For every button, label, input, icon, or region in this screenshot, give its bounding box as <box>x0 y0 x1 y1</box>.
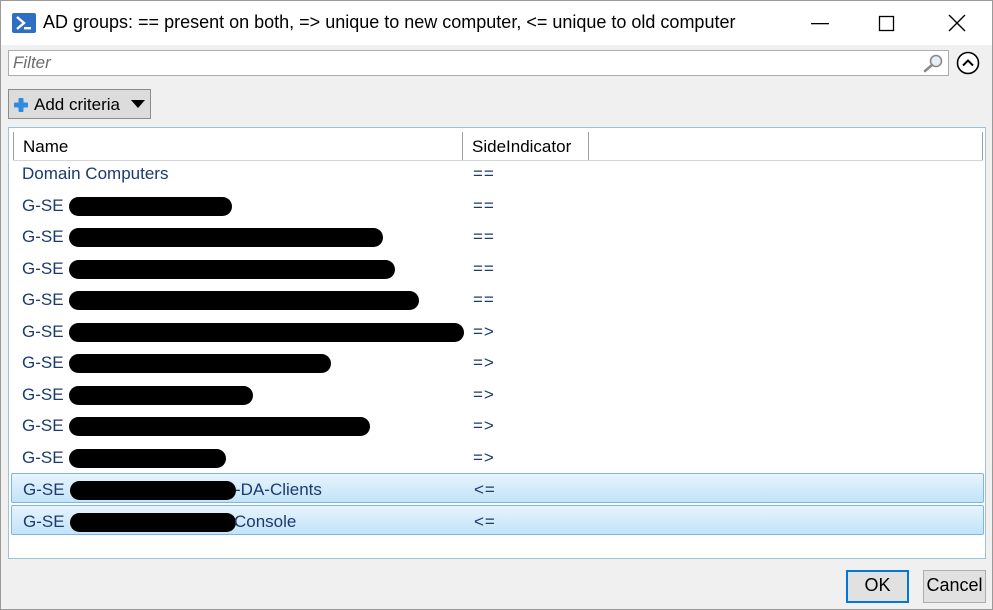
table-row[interactable]: G-SE => <box>11 410 984 440</box>
column-header-sideindicator[interactable]: SideIndicator <box>463 132 589 160</box>
minimize-button[interactable] <box>797 1 843 45</box>
cell-name-suffix: -DA-Clients <box>235 480 322 499</box>
filter-box[interactable] <box>8 50 949 76</box>
close-button[interactable] <box>934 1 980 45</box>
cell-sideindicator: => <box>473 416 495 435</box>
table-row[interactable]: G-SE == <box>11 253 984 283</box>
cell-sideindicator: == <box>473 227 495 246</box>
column-header-filler <box>589 132 983 160</box>
cell-name: G-SE <box>23 511 65 531</box>
redaction-mark <box>69 259 395 279</box>
close-icon <box>948 14 966 32</box>
grid-header: Name SideIndicator <box>13 132 983 161</box>
cell-sideindicator: == <box>473 258 495 278</box>
cell-name: G-SE <box>22 290 64 309</box>
minimize-icon <box>811 23 829 25</box>
cell-sideindicator: == <box>473 195 495 215</box>
cell-name: G-SE <box>22 227 64 246</box>
maximize-icon <box>878 15 895 32</box>
chevron-up-circle-icon <box>956 51 980 75</box>
cell-sideindicator: <= <box>474 511 496 531</box>
redaction-mark <box>69 417 370 436</box>
cell-name: G-SE <box>22 384 64 404</box>
cell-name-suffix: Console <box>234 511 297 531</box>
cell-name: G-SE <box>22 416 64 435</box>
maximize-button[interactable] <box>863 1 909 45</box>
table-row[interactable]: G-SE Console <= <box>11 504 984 535</box>
window-title: AD groups: == present on both, => unique… <box>43 12 736 32</box>
cell-name: G-SE <box>22 321 64 341</box>
redaction-mark <box>70 512 236 532</box>
cell-name: G-SE <box>22 258 64 278</box>
redaction-mark <box>70 481 236 500</box>
cell-sideindicator: => <box>473 353 495 372</box>
table-row[interactable]: G-SE => <box>11 316 984 346</box>
collapse-filter-button[interactable] <box>956 51 980 75</box>
cell-sideindicator: => <box>473 447 495 467</box>
redaction-mark <box>69 354 331 373</box>
filter-input[interactable] <box>13 53 903 73</box>
add-criteria-label: Add criteria <box>34 95 120 114</box>
cell-name: G-SE <box>23 480 65 499</box>
caret-down-icon <box>131 100 145 108</box>
redaction-mark <box>69 228 383 247</box>
redaction-mark <box>69 448 226 468</box>
table-row[interactable]: G-SE == <box>11 221 984 251</box>
ok-button[interactable]: OK <box>846 570 909 603</box>
redaction-mark <box>69 385 253 405</box>
cell-sideindicator: == <box>473 164 495 183</box>
table-row[interactable]: G-SE == <box>11 284 984 314</box>
table-row[interactable]: Domain Computers == <box>11 158 984 188</box>
plus-icon <box>14 98 28 112</box>
redaction-mark <box>69 322 464 342</box>
cell-name: Domain Computers <box>22 164 169 183</box>
cell-name: G-SE <box>22 195 64 215</box>
table-row[interactable]: G-SE => <box>11 347 984 377</box>
dialog-window: AD groups: == present on both, => unique… <box>0 0 993 610</box>
table-row[interactable]: G-SE == <box>11 190 984 220</box>
powershell-icon <box>12 13 36 33</box>
search-icon[interactable] <box>922 53 944 73</box>
cell-name: G-SE <box>22 447 64 467</box>
cell-sideindicator: => <box>473 384 495 404</box>
redaction-mark <box>69 291 419 310</box>
cell-name: G-SE <box>22 353 64 372</box>
results-grid[interactable]: Name SideIndicator Domain Computers == G-S… <box>8 127 986 559</box>
redaction-mark <box>69 196 232 216</box>
cell-sideindicator: => <box>473 321 495 341</box>
column-header-name[interactable]: Name <box>13 132 463 160</box>
cell-sideindicator: == <box>473 290 495 309</box>
table-row[interactable]: G-SE => <box>11 379 984 409</box>
table-row[interactable]: G-SE => <box>11 442 984 472</box>
cancel-button[interactable]: Cancel <box>923 570 986 603</box>
cell-sideindicator: <= <box>474 480 496 499</box>
add-criteria-button[interactable]: Add criteria <box>8 89 151 119</box>
table-row[interactable]: G-SE -DA-Clients <= <box>11 473 984 503</box>
title-bar[interactable]: AD groups: == present on both, => unique… <box>1 1 992 45</box>
